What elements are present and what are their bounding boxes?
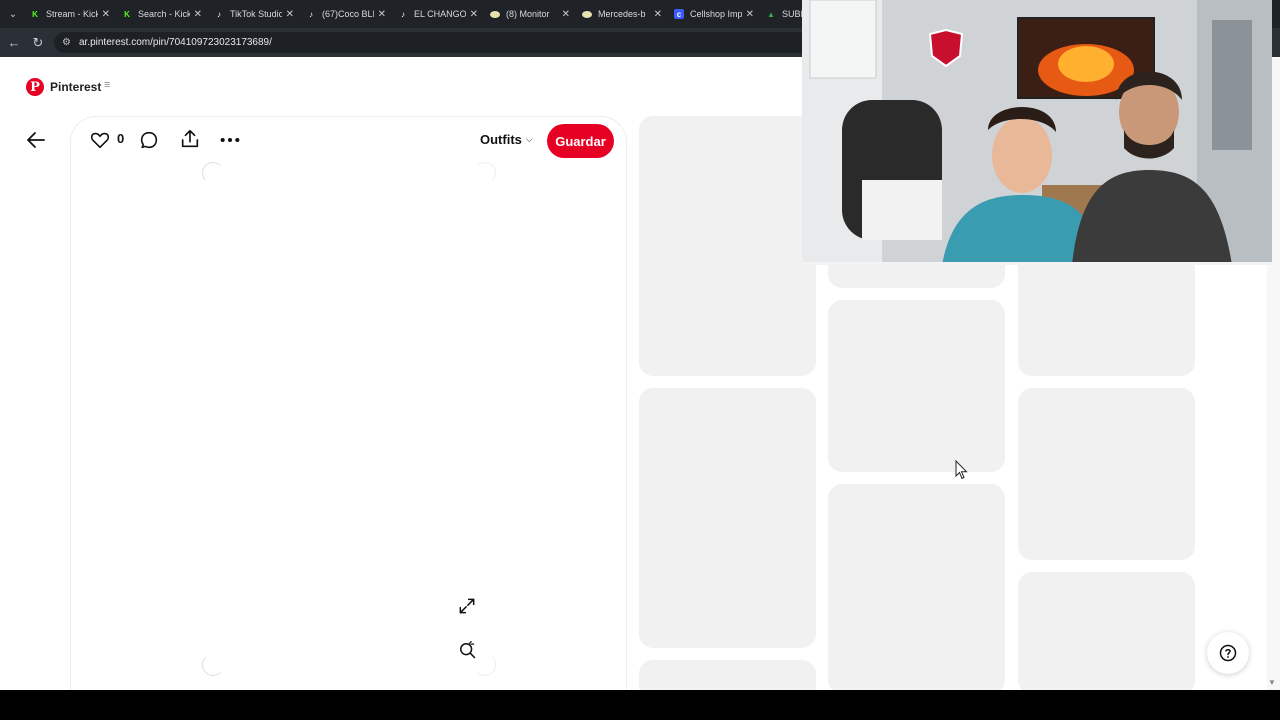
site-info-icon[interactable]: ⚙	[62, 37, 71, 48]
drive-icon: ▲	[767, 9, 775, 19]
close-tab-icon[interactable]: ✕	[378, 9, 386, 20]
tab-title: Stream - Kick	[46, 9, 98, 19]
tab-title: (8) Monitor	[506, 9, 550, 19]
pinterest-logo-icon[interactable]: P	[26, 78, 44, 96]
tab-title: Cellshop Imp	[690, 9, 742, 19]
pin-placeholder	[1018, 572, 1195, 694]
loading-spinner-icon	[474, 654, 496, 676]
back-arrow-icon[interactable]	[24, 128, 48, 152]
pin-card	[70, 116, 627, 696]
bottom-black-bar	[0, 690, 1280, 720]
pin-placeholder	[639, 116, 816, 376]
pin-placeholder	[1018, 388, 1195, 560]
browser-tab[interactable]: K Search - Kick ✕	[116, 1, 208, 27]
help-button[interactable]	[1207, 632, 1249, 674]
pin-placeholder	[639, 388, 816, 648]
browser-tab[interactable]: ♪ (67)Coco BLI ✕	[300, 1, 392, 27]
close-tab-icon[interactable]: ✕	[654, 9, 662, 20]
menu-icon[interactable]: ≡	[104, 79, 110, 91]
browser-tab[interactable]: ♪ EL CHANGO ✕	[392, 1, 484, 27]
webcam-feed-image	[802, 0, 1272, 265]
tab-title: Mercedes-b	[598, 9, 646, 19]
share-icon[interactable]	[179, 128, 201, 150]
chevron-down-icon: ⌵	[525, 134, 533, 144]
webcam-overlay	[802, 0, 1272, 265]
board-selector[interactable]: Outfits ⌵	[480, 132, 533, 147]
kick-icon: K	[124, 9, 130, 19]
tab-title: TikTok Studio	[230, 9, 282, 19]
save-button[interactable]: Guardar	[547, 124, 614, 158]
close-tab-icon[interactable]: ✕	[562, 9, 570, 20]
close-tab-icon[interactable]: ✕	[470, 9, 478, 20]
loading-spinner-icon	[202, 654, 224, 676]
screen: ⌄ K Stream - Kick ✕ K Search - Kick ✕ ♪ TikTok …	[0, 0, 1280, 720]
question-mark-icon	[1219, 644, 1237, 662]
pinterest-brand-name[interactable]: Pinterest	[50, 80, 101, 94]
visual-search-icon[interactable]	[457, 640, 477, 660]
tab-title: EL CHANGO	[414, 9, 466, 19]
browser-tab[interactable]: ♪ TikTok Studio ✕	[208, 1, 300, 27]
tiktok-icon: ♪	[309, 9, 313, 19]
pin-placeholder	[828, 300, 1005, 472]
address-bar[interactable]: ⚙ ar.pinterest.com/pin/70410972302317368…	[54, 32, 814, 53]
globe-icon	[582, 10, 592, 18]
scroll-down-arrow-icon[interactable]: ▼	[1268, 678, 1276, 687]
globe-icon	[490, 10, 500, 18]
board-name: Outfits	[480, 132, 522, 147]
mouse-cursor-icon	[955, 460, 968, 480]
browser-tab[interactable]: Mercedes-b ✕	[576, 1, 668, 27]
close-tab-icon[interactable]: ✕	[286, 9, 294, 20]
tab-search-dropdown[interactable]: ⌄	[2, 3, 24, 25]
kick-icon: K	[32, 9, 38, 19]
reload-icon[interactable]: ↻	[26, 31, 50, 55]
tiktok-icon: ♪	[401, 9, 405, 19]
back-nav-icon[interactable]: ←	[2, 31, 26, 55]
loading-spinner-icon	[474, 162, 496, 184]
comment-icon[interactable]	[138, 129, 160, 151]
tabs-container: K Stream - Kick ✕ K Search - Kick ✕ ♪ TikTok St…	[24, 1, 852, 27]
cellshop-icon: c	[674, 9, 684, 19]
tiktok-icon: ♪	[217, 9, 221, 19]
tab-title: (67)Coco BLI	[322, 9, 374, 19]
loading-spinner-icon	[202, 162, 224, 184]
close-tab-icon[interactable]: ✕	[194, 9, 202, 20]
url-text: ar.pinterest.com/pin/704109723023173689/	[78, 37, 272, 48]
tab-title: Search - Kick	[138, 9, 190, 19]
heart-icon[interactable]	[89, 129, 111, 151]
more-options-icon[interactable]	[219, 129, 241, 151]
close-tab-icon[interactable]: ✕	[746, 9, 754, 20]
browser-tab[interactable]: (8) Monitor ✕	[484, 1, 576, 27]
pin-placeholder	[828, 484, 1005, 694]
browser-tab[interactable]: K Stream - Kick ✕	[24, 1, 116, 27]
expand-icon[interactable]	[457, 596, 477, 616]
like-count: 0	[117, 131, 125, 146]
close-tab-icon[interactable]: ✕	[102, 9, 110, 20]
browser-tab[interactable]: c Cellshop Imp ✕	[668, 1, 760, 27]
